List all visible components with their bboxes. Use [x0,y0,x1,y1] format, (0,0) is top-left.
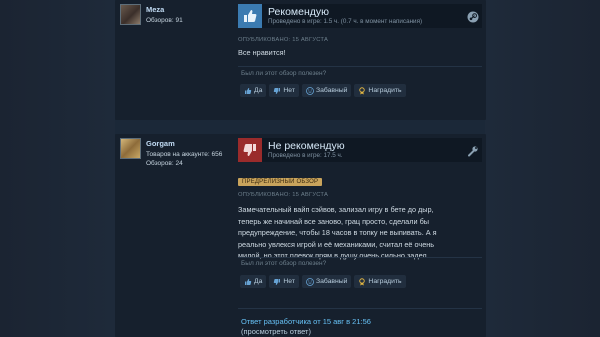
wrench-icon [467,144,479,157]
helpful-question: Был ли этот обзор полезен? [241,70,327,77]
review-text: Замечательный вайп сэйвов, зализал игру … [238,204,482,262]
vote-no-label: Нет [283,87,295,94]
thumbs-down-icon [274,278,281,285]
award-icon [359,277,366,285]
review-verdict[interactable]: Рекомендую [268,6,329,18]
divider [238,308,482,309]
thumbs-down-icon [238,138,262,162]
author-products-count[interactable]: Товаров на аккаунте: 656 [146,151,222,158]
review-text: Все нравится! [238,48,286,57]
vote-funny-button[interactable]: Забавный [301,84,352,97]
review-text-line: теперь же начинай все заново, грац прост… [238,216,430,226]
vote-yes-button[interactable]: Да [240,84,267,97]
vote-yes-label: Да [254,87,263,94]
vote-funny-label: Забавный [315,87,348,94]
review-body: ОПУБЛИКОВАНО: 15 АВГУСТА Все нравится! [238,37,482,59]
thumbs-up-icon [245,87,252,94]
review-text-line: Замечательный вайп сэйвов, зализал игру … [238,205,434,214]
laugh-icon [306,86,314,95]
vote-funny-button[interactable]: Забавный [301,275,352,288]
thumbs-up-icon [238,4,262,28]
review-card: Gorgam Товаров на аккаунте: 656 Обзоров:… [115,134,486,337]
vote-no-button[interactable]: Нет [269,84,299,97]
posted-date: ОПУБЛИКОВАНО: 15 АВГУСТА [238,37,329,43]
vote-controls: Да Нет Забавный Наградить [240,84,406,97]
award-button[interactable]: Наградить [354,275,406,288]
vote-no-label: Нет [283,278,295,285]
posted-date: ОПУБЛИКОВАНО: 15 АВГУСТА [238,192,329,198]
avatar[interactable] [120,4,141,25]
thumbs-up-icon [245,278,252,285]
review-header: Рекомендую Проведено в игре: 1.5 ч. (0.7… [238,4,482,28]
review-header: Не рекомендую Проведено в игре: 17.5 ч. [238,138,482,162]
award-icon [359,86,366,94]
divider [238,66,482,67]
author-reviews-count[interactable]: Обзоров: 24 [146,160,183,167]
vote-yes-button[interactable]: Да [240,275,267,288]
prerelease-badge: ПРЕДРЕЛИЗНЫЙ ОБЗОР [238,178,323,186]
steam-icon [467,10,479,23]
author-reviews-count[interactable]: Обзоров: 91 [146,17,183,24]
laugh-icon [306,277,314,286]
view-response-link[interactable]: (просмотреть ответ) [241,327,311,336]
review-text-line: предупреждение, чтобы 18 часов в топку н… [238,228,437,237]
review-body: ПРЕДРЕЛИЗНЫЙ ОБЗОР ОПУБЛИКОВАНО: 15 АВГУ… [238,170,482,262]
developer-response-link[interactable]: Ответ разработчика от 15 авг в 21:56 [241,317,371,326]
award-label: Наградить [368,278,402,285]
page-left-backdrop [0,0,115,337]
author-name[interactable]: Gorgam [146,139,175,148]
award-button[interactable]: Наградить [354,84,406,97]
vote-controls: Да Нет Забавный Наградить [240,275,406,288]
review-text-line: реально увлекся игрой и её механиками, с… [238,239,435,249]
award-label: Наградить [368,87,402,94]
avatar[interactable] [120,138,141,159]
page-right-backdrop [485,0,600,337]
thumbs-down-icon [274,87,281,94]
vote-funny-label: Забавный [315,278,348,285]
author-name[interactable]: Meza [146,5,164,14]
review-verdict[interactable]: Не рекомендую [268,140,345,152]
review-hours: Проведено в игре: 1.5 ч. (0.7 ч. в момен… [268,18,423,25]
vote-yes-label: Да [254,278,263,285]
vote-no-button[interactable]: Нет [269,275,299,288]
review-hours: Проведено в игре: 17.5 ч. [268,152,343,159]
divider [238,257,482,258]
helpful-question: Был ли этот обзор полезен? [241,260,327,267]
review-card: Meza Обзоров: 91 Рекомендую Проведено в … [115,0,486,120]
